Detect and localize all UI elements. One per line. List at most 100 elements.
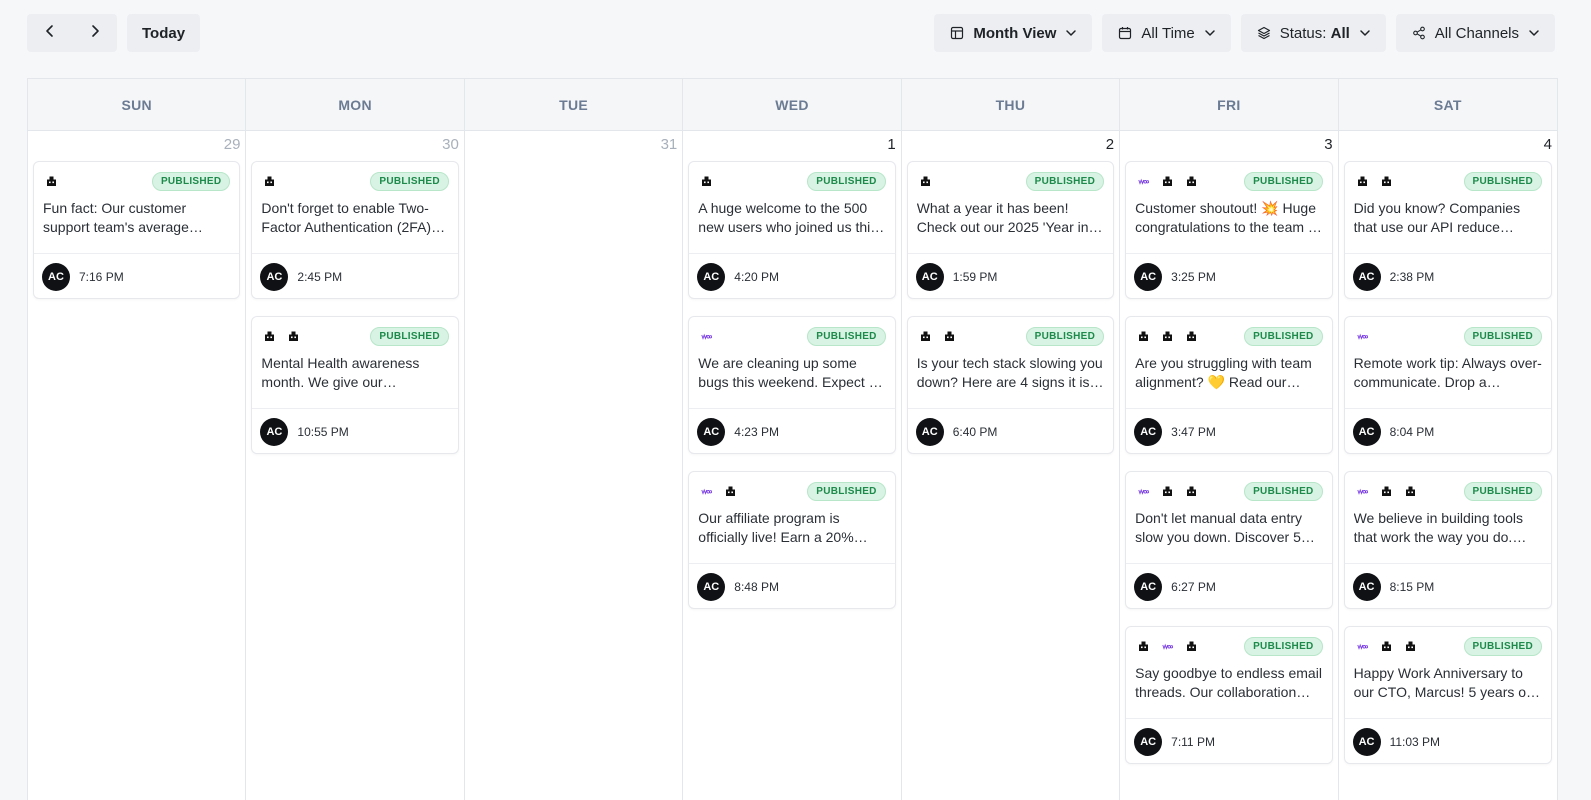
next-button[interactable]: [72, 14, 117, 52]
share-icon: [1412, 26, 1426, 40]
post-card[interactable]: PUBLISHED Remote work tip: Always over-co…: [1343, 316, 1552, 454]
chevron-down-icon: [1528, 27, 1540, 39]
post-time: 8:15 PM: [1389, 579, 1435, 594]
calendar-icon: [1118, 26, 1132, 40]
post-card[interactable]: PUBLISHED Happy Work Anniversary to our C…: [1343, 626, 1552, 764]
avatar: AC: [1134, 572, 1163, 601]
chevron-right-icon: [88, 24, 102, 43]
post-channels: [698, 172, 716, 190]
post-time: 2:38 PM: [1389, 269, 1435, 284]
day-cell-thu[interactable]: 2 PUBLISHED What a year it has been! Check…: [902, 131, 1121, 800]
weekday-tue: TUE: [465, 79, 684, 130]
post-card[interactable]: PUBLISHED Don't forget to enable Two-Fact…: [251, 161, 459, 299]
post-card-body: PUBLISHED Customer shoutout! 💥 Huge congr…: [1126, 162, 1332, 254]
robot-channel-icon: [1401, 637, 1419, 655]
calendar-toolbar: Today Month View All Time Status: All Al…: [27, 14, 1555, 52]
post-channels: [698, 482, 740, 500]
post-card-body: PUBLISHED What a year it has been! Check …: [907, 162, 1114, 254]
date-range-button[interactable]: All Time: [1102, 14, 1231, 52]
post-text: Say goodbye to endless email threads. Ou…: [1135, 665, 1322, 700]
toolbar-left: Today: [27, 14, 201, 52]
view-label: Month View: [973, 24, 1057, 42]
weekday-sun: SUN: [28, 79, 247, 130]
post-card[interactable]: PUBLISHED Our affiliate program is offici…: [688, 471, 896, 609]
post-card-body: PUBLISHED Remote work tip: Always over-co…: [1344, 317, 1551, 409]
post-text: Customer shoutout! 💥 Huge congratulation…: [1135, 200, 1320, 235]
post-text: We are cleaning up some bugs this weeken…: [698, 355, 877, 390]
status-badge: PUBLISHED: [1025, 326, 1105, 346]
post-card-header: PUBLISHED: [1135, 636, 1323, 656]
day-cell-sat[interactable]: 4 PUBLISHED Did you know? Companies that u…: [1339, 131, 1557, 800]
avatar: AC: [915, 262, 944, 291]
post-time: 6:27 PM: [1171, 579, 1216, 594]
day-number: 3: [1324, 136, 1333, 153]
post-card-header: PUBLISHED: [916, 171, 1105, 191]
post-card[interactable]: PUBLISHED We are cleaning up some bugs th…: [688, 316, 896, 454]
post-card-body: PUBLISHED We are cleaning up some bugs th…: [689, 317, 895, 409]
post-card-body: PUBLISHED Don't let manual data entry slo…: [1126, 472, 1332, 564]
channels-filter-button[interactable]: All Channels: [1395, 14, 1555, 52]
post-card[interactable]: PUBLISHED Is your tech stack slowing you …: [906, 316, 1115, 454]
day-cell-fri[interactable]: 3 PUBLISHED Customer shoutout! 💥 Huge cong…: [1120, 131, 1339, 800]
post-channels: [261, 172, 279, 190]
post-card-footer: AC 1:59 PM: [908, 254, 1113, 299]
robot-channel-icon: [722, 482, 740, 500]
day-number: 2: [1105, 136, 1115, 153]
day-cell-sun[interactable]: 29 PUBLISHED Fun fact: Our customer suppor…: [28, 131, 247, 800]
post-time: 7:16 PM: [79, 269, 124, 284]
day-cell-tue[interactable]: 31: [465, 131, 684, 800]
weekday-mon: MON: [246, 79, 465, 130]
post-channels: [1135, 637, 1201, 655]
post-card-body: PUBLISHED Are you struggling with team al…: [1126, 317, 1332, 409]
previous-button[interactable]: [27, 14, 72, 52]
post-channels: [1353, 327, 1371, 345]
post-card-footer: AC 7:16 PM: [34, 254, 239, 299]
day-cell-mon[interactable]: 30 PUBLISHED Don't forget to enable Two-Fa…: [246, 131, 465, 800]
post-card-header: PUBLISHED: [698, 481, 886, 501]
brand-logo-channel-icon: [1159, 637, 1177, 655]
post-card-header: PUBLISHED: [1353, 481, 1542, 501]
status-badge: PUBLISHED: [1244, 481, 1323, 501]
brand-logo-channel-icon: [1135, 482, 1153, 500]
day-number: 4: [1543, 136, 1552, 153]
layout-icon: [950, 26, 964, 40]
day-cell-wed[interactable]: 1 PUBLISHED A huge welcome to the 500 new …: [683, 131, 902, 800]
post-card[interactable]: PUBLISHED Say goodbye to endless email th…: [1125, 626, 1333, 764]
day-number: 30: [442, 136, 459, 153]
robot-channel-icon: [43, 172, 60, 190]
post-text: Did you know? Companies that use our API…: [1353, 200, 1521, 235]
post-card[interactable]: PUBLISHED Are you struggling with team al…: [1125, 316, 1333, 454]
chevron-down-icon: [1204, 27, 1216, 39]
robot-channel-icon: [1377, 172, 1395, 190]
post-card-footer: AC 10:55 PM: [252, 409, 457, 454]
post-card[interactable]: PUBLISHED Don't let manual data entry slo…: [1125, 471, 1333, 609]
post-time: 8:48 PM: [734, 579, 779, 594]
post-card[interactable]: PUBLISHED We believe in building tools th…: [1343, 471, 1552, 609]
post-text: Remote work tip: Always over-communicate…: [1353, 355, 1542, 390]
post-card[interactable]: PUBLISHED Did you know? Companies that us…: [1343, 161, 1552, 299]
post-time: 3:47 PM: [1171, 424, 1216, 439]
view-select-button[interactable]: Month View: [934, 14, 1093, 52]
post-card-footer: AC 8:48 PM: [689, 564, 894, 609]
post-time: 2:45 PM: [297, 269, 343, 284]
status-badge: PUBLISHED: [1463, 636, 1542, 656]
status-filter-button[interactable]: Status: All: [1240, 14, 1386, 52]
post-card-header: PUBLISHED: [261, 171, 449, 191]
post-card[interactable]: PUBLISHED Mental Health awareness month. …: [251, 316, 459, 454]
today-button[interactable]: Today: [127, 14, 201, 52]
post-card[interactable]: PUBLISHED What a year it has been! Check …: [906, 161, 1115, 299]
post-card-body: PUBLISHED Did you know? Companies that us…: [1344, 162, 1551, 254]
post-card[interactable]: PUBLISHED Fun fact: Our customer support …: [33, 161, 241, 299]
robot-channel-icon: [1377, 482, 1395, 500]
post-channels: [1135, 482, 1201, 500]
post-card[interactable]: PUBLISHED Customer shoutout! 💥 Huge congr…: [1125, 161, 1333, 299]
status-badge: PUBLISHED: [807, 171, 886, 191]
robot-channel-icon: [1353, 172, 1371, 190]
status-prefix: Status:: [1279, 24, 1327, 42]
post-card-footer: AC 11:03 PM: [1345, 719, 1551, 764]
robot-channel-icon: [261, 172, 279, 190]
post-card-header: PUBLISHED: [1353, 636, 1542, 656]
post-card-body: PUBLISHED We believe in building tools th…: [1344, 472, 1551, 564]
channels-filter-label: All Channels: [1434, 24, 1519, 42]
post-card[interactable]: PUBLISHED A huge welcome to the 500 new u…: [688, 161, 896, 299]
